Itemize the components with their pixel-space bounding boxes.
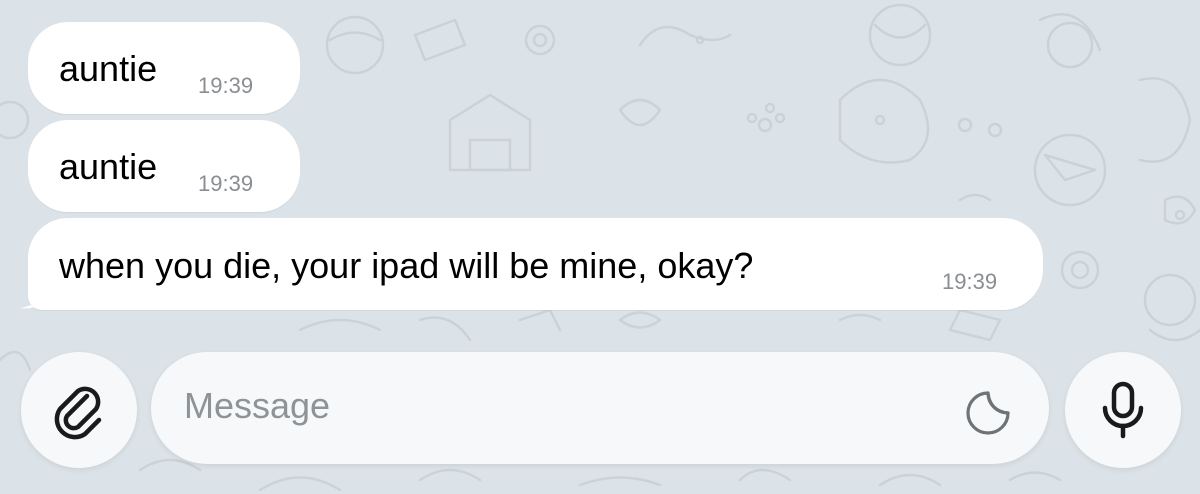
sticker-icon — [966, 391, 1010, 435]
attach-button[interactable] — [21, 352, 137, 468]
message-timestamp: 19:39 — [198, 73, 254, 98]
message-text: auntie — [59, 48, 158, 89]
message-text: when you die, your ipad will be mine, ok… — [59, 245, 754, 286]
message-text: auntie — [59, 146, 158, 187]
message-bubble[interactable]: auntie 19:39 — [28, 120, 300, 212]
microphone-button[interactable] — [1065, 352, 1181, 468]
sticker-button[interactable] — [963, 388, 1013, 438]
message-input-container[interactable] — [151, 352, 1049, 464]
paperclip-icon — [54, 386, 102, 440]
message-bubble[interactable]: when you die, your ipad will be mine, ok… — [28, 218, 1043, 310]
message-timestamp: 19:39 — [198, 171, 254, 196]
microphone-icon — [1102, 381, 1144, 439]
message-bubble[interactable]: auntie 19:39 — [28, 22, 300, 114]
message-input[interactable] — [184, 380, 944, 432]
message-timestamp: 19:39 — [942, 269, 998, 294]
